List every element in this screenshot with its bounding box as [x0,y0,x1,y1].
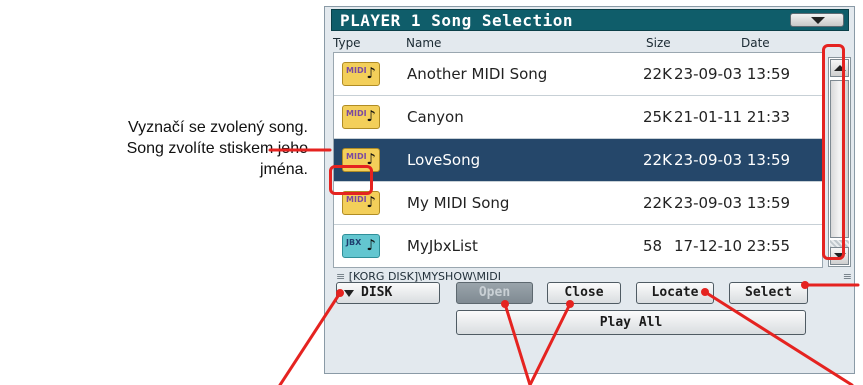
callout-arrow-disk [278,291,342,385]
callout-arrow-close [528,302,572,385]
dot-close [566,300,574,308]
dot-disk [336,289,344,297]
dot-open [501,300,509,308]
callout-arrow-locate [703,290,854,385]
callout-arrow-open [503,302,532,385]
callout-arrows [268,148,860,385]
dot-locate [701,288,709,296]
dot-select [801,281,809,289]
